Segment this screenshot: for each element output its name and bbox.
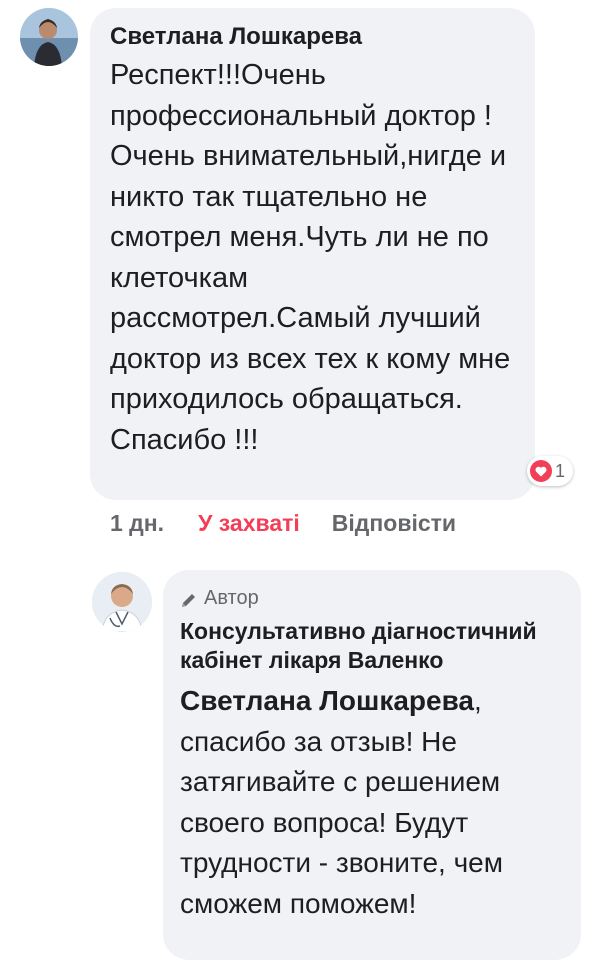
reply-text: Светлана Лошкарева, спасибо за отзыв! Не… bbox=[180, 681, 570, 924]
comment-bubble: Светлана Лошкарева Респект!!!Очень профе… bbox=[90, 8, 535, 500]
reaction-badge[interactable]: 1 bbox=[527, 456, 574, 486]
commenter-photo bbox=[20, 8, 78, 66]
reply-body: , спасибо за отзыв! Не затягивайте с реш… bbox=[180, 685, 503, 919]
reply-mention[interactable]: Светлана Лошкарева bbox=[180, 685, 474, 716]
reply-bubble: Автор Консультативно діагностичний кабін… bbox=[163, 570, 581, 960]
pencil-icon bbox=[180, 589, 198, 607]
author-badge: Автор bbox=[180, 584, 561, 612]
page-avatar[interactable] bbox=[92, 572, 152, 632]
commenter-avatar[interactable] bbox=[20, 8, 78, 66]
author-badge-label: Автор bbox=[204, 587, 259, 609]
comment-text: Респект!!!Очень профессиональный доктор … bbox=[110, 59, 511, 456]
heart-icon bbox=[530, 460, 552, 482]
comment-actions: 1 дн. У захваті Відповісти bbox=[110, 508, 456, 538]
react-button[interactable]: У захваті bbox=[198, 508, 300, 538]
comment-timestamp[interactable]: 1 дн. bbox=[110, 508, 164, 538]
reply-button[interactable]: Відповісти bbox=[332, 508, 456, 538]
comment-author[interactable]: Светлана Лошкарева bbox=[110, 22, 515, 52]
reaction-count: 1 bbox=[555, 461, 566, 481]
reply-author[interactable]: Консультативно діагностичний кабінет лік… bbox=[180, 617, 540, 675]
doctor-photo bbox=[92, 572, 152, 632]
